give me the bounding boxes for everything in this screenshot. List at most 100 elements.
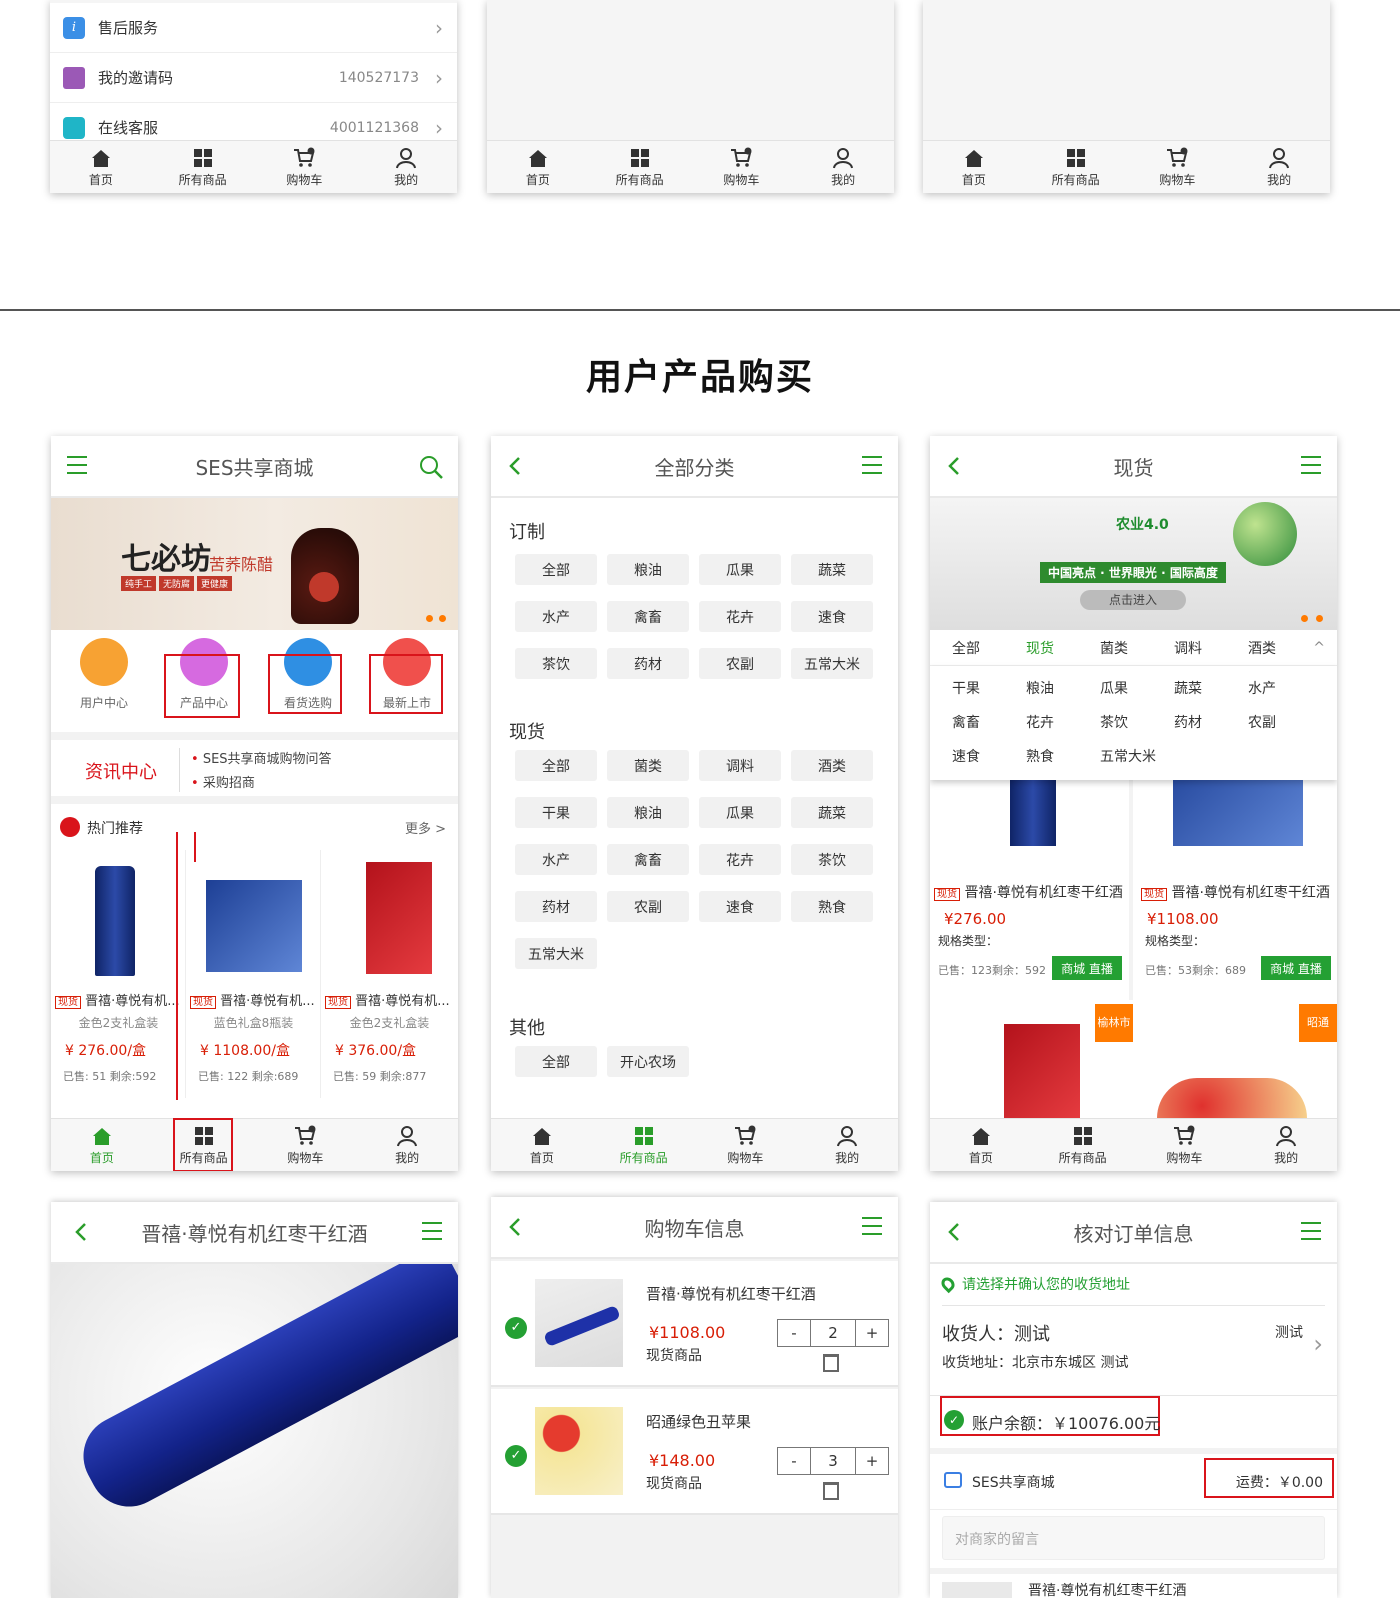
tab-cart[interactable]: 购物车 xyxy=(255,1119,357,1171)
category-chip[interactable]: 农副 xyxy=(699,648,781,679)
category-chip[interactable]: 速食 xyxy=(791,601,873,632)
banner-enter-button[interactable]: 点击进入 xyxy=(1080,590,1186,610)
tab-home[interactable]: 首页 xyxy=(491,1119,593,1171)
quantity-stepper[interactable]: - 2 + xyxy=(777,1319,889,1347)
product-card[interactable]: 现货 晋禧·尊悦有机... 金色2支礼盒装 ¥ 276.00/盒 已售: 51 … xyxy=(51,850,186,1098)
quantity-value[interactable]: 3 xyxy=(810,1448,856,1474)
filter-option[interactable]: 花卉 xyxy=(1026,712,1054,732)
category-chip[interactable]: 蔬菜 xyxy=(791,554,873,585)
spot-product-card[interactable]: 榆林市 xyxy=(930,1004,1133,1118)
tab-cart[interactable]: 购物车 xyxy=(254,141,356,193)
tab-home[interactable]: 首页 xyxy=(930,1119,1032,1171)
category-chip[interactable]: 禽畜 xyxy=(607,601,689,632)
category-chip[interactable]: 速食 xyxy=(699,891,781,922)
category-chip[interactable]: 瓜果 xyxy=(699,554,781,585)
trash-icon[interactable] xyxy=(823,1354,839,1372)
filter-option[interactable]: 水产 xyxy=(1248,678,1276,698)
category-chip[interactable]: 全部 xyxy=(515,1046,597,1077)
filter-option[interactable]: 禽畜 xyxy=(952,712,980,732)
menu-icon[interactable] xyxy=(65,454,89,481)
menu-icon[interactable] xyxy=(1299,454,1323,481)
filter-tab-active[interactable]: 现货 xyxy=(1026,638,1054,658)
category-chip[interactable]: 农副 xyxy=(607,891,689,922)
minus-button[interactable]: - xyxy=(778,1448,810,1474)
filter-option[interactable]: 干果 xyxy=(952,678,980,698)
filter-tab[interactable]: 调料 xyxy=(1174,638,1202,658)
filter-option[interactable]: 药材 xyxy=(1174,712,1202,732)
category-chip[interactable]: 茶饮 xyxy=(515,648,597,679)
menu-icon[interactable] xyxy=(1299,1220,1323,1247)
category-chip[interactable]: 酒类 xyxy=(791,750,873,781)
category-chip[interactable]: 调料 xyxy=(699,750,781,781)
category-chip[interactable]: 茶饮 xyxy=(791,844,873,875)
menu-icon[interactable] xyxy=(860,454,884,481)
category-chip[interactable]: 全部 xyxy=(515,750,597,781)
category-chip[interactable]: 花卉 xyxy=(699,601,781,632)
product-main-image[interactable] xyxy=(51,1264,458,1598)
back-icon[interactable] xyxy=(505,454,525,483)
back-icon[interactable] xyxy=(71,1220,91,1249)
category-chip[interactable]: 菌类 xyxy=(607,750,689,781)
filter-option[interactable]: 蔬菜 xyxy=(1174,678,1202,698)
news-item[interactable]: • 采购招商 xyxy=(191,772,255,791)
plus-button[interactable]: + xyxy=(856,1320,888,1346)
product-card[interactable]: 现货 晋禧·尊悦有机... 金色2支礼盒装 ¥ 376.00/盒 已售: 59 … xyxy=(321,850,458,1098)
filter-option[interactable]: 速食 xyxy=(952,746,980,766)
category-chip[interactable]: 干果 xyxy=(515,797,597,828)
tab-mine[interactable]: 我的 xyxy=(356,1119,458,1171)
search-icon[interactable] xyxy=(418,454,444,485)
category-chip[interactable]: 花卉 xyxy=(699,844,781,875)
tab-mine[interactable]: 我的 xyxy=(796,1119,898,1171)
home-banner[interactable]: 七必坊 苦荞陈醋 纯手工 无防腐 更健康 xyxy=(51,498,458,630)
merchant-message-input[interactable]: 对商家的留言 xyxy=(942,1516,1325,1560)
tab-all-products[interactable]: 所有商品 xyxy=(152,141,254,193)
filter-tab[interactable]: 酒类 xyxy=(1248,638,1276,658)
minus-button[interactable]: - xyxy=(778,1320,810,1346)
tab-mine[interactable]: 我的 xyxy=(355,141,457,193)
category-chip[interactable]: 水产 xyxy=(515,601,597,632)
tab-home[interactable]: 首页 xyxy=(50,141,152,193)
back-icon[interactable] xyxy=(505,1215,525,1244)
filter-option[interactable]: 熟食 xyxy=(1026,746,1054,766)
list-item-after-sales[interactable]: i 售后服务 › xyxy=(50,3,457,53)
category-chip[interactable]: 全部 xyxy=(515,554,597,585)
category-chip[interactable]: 蔬菜 xyxy=(791,797,873,828)
category-chip[interactable]: 药材 xyxy=(515,891,597,922)
quantity-stepper[interactable]: - 3 + xyxy=(777,1447,889,1475)
category-chip[interactable]: 五常大米 xyxy=(791,648,873,679)
check-icon[interactable]: ✓ xyxy=(505,1445,527,1467)
menu-icon[interactable] xyxy=(860,1215,884,1242)
plus-button[interactable]: + xyxy=(856,1448,888,1474)
tab-mine[interactable]: 我的 xyxy=(1228,141,1330,193)
back-icon[interactable] xyxy=(944,1220,964,1249)
menu-icon[interactable] xyxy=(420,1220,444,1247)
tab-mine[interactable]: 我的 xyxy=(792,141,894,193)
news-item[interactable]: • SES共享商城购物问答 xyxy=(191,748,332,767)
category-chip[interactable]: 熟食 xyxy=(791,891,873,922)
category-chip[interactable]: 五常大米 xyxy=(515,938,597,969)
category-chip[interactable]: 水产 xyxy=(515,844,597,875)
address-block[interactable]: 收货人：测试 测试 收货地址：北京市东城区 测试 › xyxy=(930,1310,1337,1396)
address-hint[interactable]: 请选择并确认您的收货地址 xyxy=(938,1274,1325,1306)
back-icon[interactable] xyxy=(944,454,964,483)
tab-home[interactable]: 首页 xyxy=(51,1119,153,1171)
spot-banner[interactable]: 农业4.0 中国亮点 · 世界眼光 · 国际高度 点击进入 xyxy=(930,498,1337,630)
category-chip[interactable]: 粮油 xyxy=(607,554,689,585)
filter-option[interactable]: 五常大米 xyxy=(1100,746,1156,766)
filter-option[interactable]: 粮油 xyxy=(1026,678,1054,698)
tab-mine[interactable]: 我的 xyxy=(1235,1119,1337,1171)
more-link[interactable]: 更多 > xyxy=(405,818,446,837)
tab-cart[interactable]: 购物车 xyxy=(1127,141,1229,193)
filter-option[interactable]: 茶饮 xyxy=(1100,712,1128,732)
tab-cart[interactable]: 购物车 xyxy=(695,1119,797,1171)
list-item-invite-code[interactable]: 我的邀请码 140527173 › xyxy=(50,53,457,103)
check-icon[interactable]: ✓ xyxy=(505,1317,527,1339)
filter-option[interactable]: 瓜果 xyxy=(1100,678,1128,698)
category-chip[interactable]: 开心农场 xyxy=(607,1046,689,1077)
product-card[interactable]: 现货 晋禧·尊悦有机... 蓝色礼盒8瓶装 ¥ 1108.00/盒 已售: 12… xyxy=(186,850,321,1098)
category-chip[interactable]: 粮油 xyxy=(607,797,689,828)
mall-live-button[interactable]: 商城 直播 xyxy=(1052,956,1122,980)
icon-user-center[interactable]: 用户中心 xyxy=(69,638,139,711)
mall-live-button[interactable]: 商城 直播 xyxy=(1261,956,1331,980)
category-chip[interactable]: 药材 xyxy=(607,648,689,679)
